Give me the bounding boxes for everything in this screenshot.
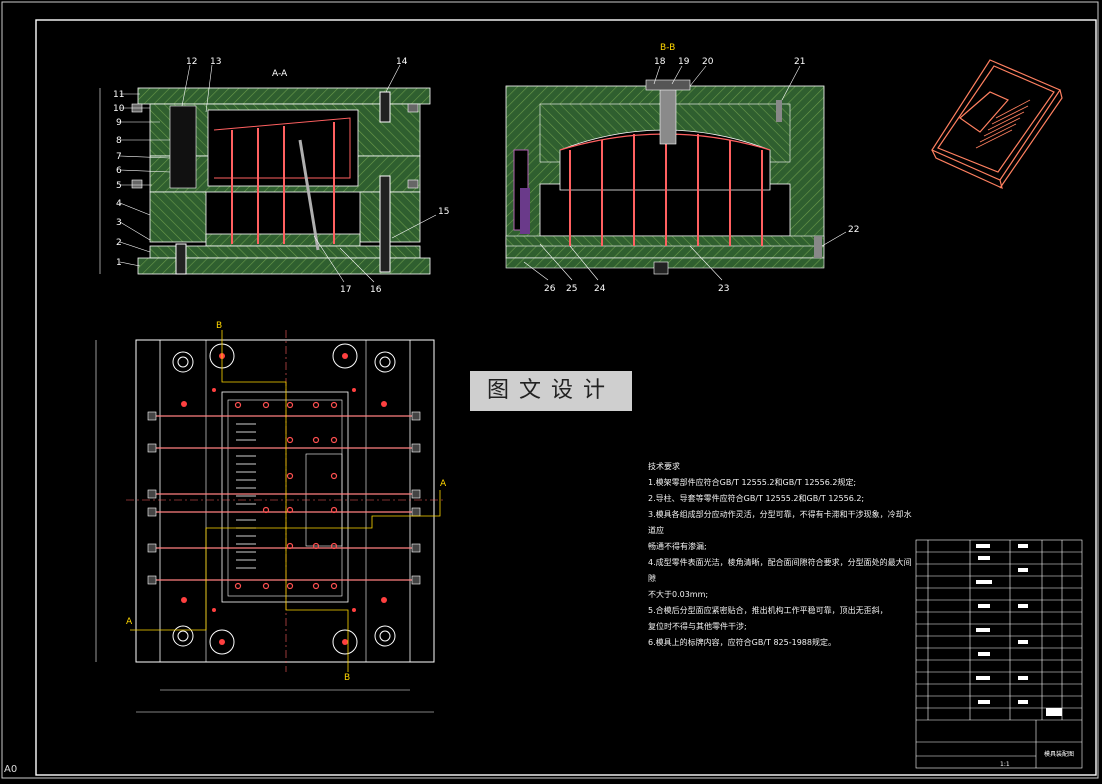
svg-text:4: 4: [116, 199, 122, 209]
svg-text:15: 15: [438, 207, 449, 217]
section-aa-title: A-A: [272, 69, 288, 79]
svg-text:22: 22: [848, 225, 859, 235]
section-bb-view: B-B 18 19 20 21 22 23 24 25 26: [505, 43, 859, 294]
section-aa-view: A-A 1 2 3 4 5 6 7 8 9 10 11 12 13 14 15 …: [99, 57, 449, 295]
section-mark-a-right: A: [440, 479, 447, 489]
section-mark-b-top: B: [216, 321, 222, 331]
svg-text:6: 6: [116, 166, 122, 176]
technical-notes-heading: 技术要求: [648, 462, 680, 471]
svg-text:7: 7: [116, 152, 122, 162]
svg-text:10: 10: [113, 104, 125, 114]
technical-note-line: 不大于0.03mm;: [648, 590, 709, 599]
section-mark-b-bottom: B: [344, 673, 350, 683]
technical-note-line: 3.模具各组成部分应动作灵活，分型可靠，不得有卡滞和干涉现象，冷却水道应: [648, 510, 912, 535]
svg-text:24: 24: [594, 284, 606, 294]
svg-text:19: 19: [678, 57, 690, 67]
technical-notes: 技术要求 1.模架零部件应符合GB/T 12555.2和GB/T 12556.2…: [648, 459, 918, 651]
svg-text:20: 20: [702, 57, 714, 67]
technical-note-line: 5.合模后分型面应紧密贴合，推出机构工作平稳可靠，顶出无歪斜，: [648, 606, 888, 615]
svg-text:25: 25: [566, 284, 577, 294]
technical-note-line: 6.模具上的标牌内容，应符合GB/T 825-1988规定。: [648, 638, 836, 647]
svg-text:23: 23: [718, 284, 729, 294]
svg-text:3: 3: [116, 218, 122, 228]
svg-text:18: 18: [654, 57, 666, 67]
sheet-size-label: A0: [4, 764, 18, 775]
svg-text:26: 26: [544, 284, 556, 294]
title-block: [915, 539, 1083, 769]
svg-text:9: 9: [116, 118, 122, 128]
svg-text:2: 2: [116, 238, 122, 248]
svg-text:8: 8: [116, 136, 122, 146]
svg-text:21: 21: [794, 57, 805, 67]
svg-text:12: 12: [186, 57, 197, 67]
svg-text:11: 11: [113, 90, 124, 100]
technical-note-line: 复位时不得与其他零件干涉;: [648, 622, 747, 631]
title-block-scale: 1:1: [1000, 761, 1010, 768]
svg-text:14: 14: [396, 57, 408, 67]
svg-text:17: 17: [340, 285, 351, 295]
watermark-label: 图文设计: [470, 371, 632, 411]
technical-note-line: 畅通不得有渗漏;: [648, 542, 707, 551]
title-block-drawing-name: 模具装配图: [1044, 750, 1074, 758]
technical-note-line: 4.成型零件表面光洁，棱角清晰，配合面间隙符合要求，分型面处的最大间隙: [648, 558, 912, 583]
svg-text:16: 16: [370, 285, 382, 295]
plan-view: B B A A: [95, 321, 447, 713]
part-isometric-view: [931, 59, 1063, 190]
svg-text:5: 5: [116, 181, 122, 191]
technical-note-line: 2.导柱、导套等零件应符合GB/T 12555.2和GB/T 12556.2;: [648, 494, 865, 503]
section-mark-a-left: A: [126, 617, 133, 627]
section-bb-title: B-B: [660, 43, 675, 53]
svg-text:1: 1: [116, 258, 122, 268]
svg-text:13: 13: [210, 57, 221, 67]
technical-note-line: 1.模架零部件应符合GB/T 12555.2和GB/T 12556.2规定;: [648, 478, 857, 487]
